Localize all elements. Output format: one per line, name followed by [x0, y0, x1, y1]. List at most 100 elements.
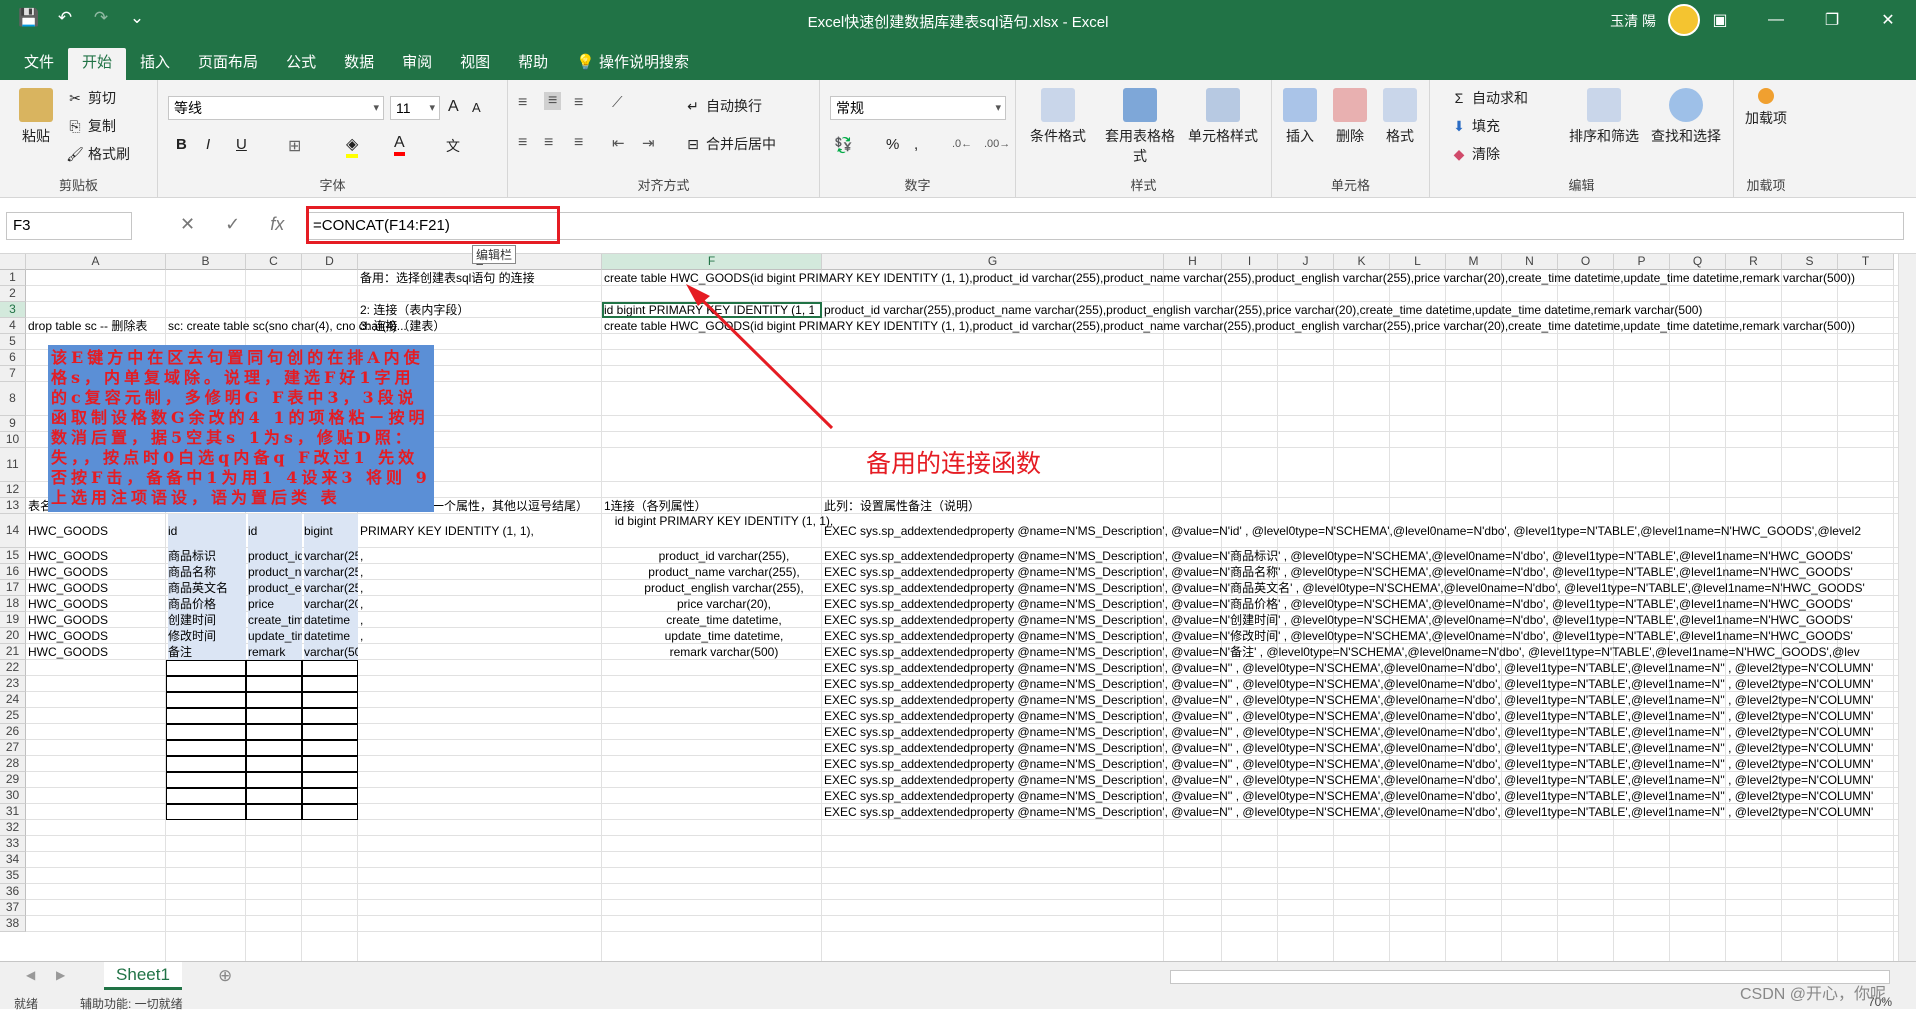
merge-center-button[interactable]: ⊟ 合并后居中 — [684, 134, 776, 154]
comma-button[interactable]: , — [914, 136, 918, 153]
italic-button[interactable]: I — [206, 136, 210, 153]
column-header[interactable]: P — [1614, 254, 1670, 270]
row-header[interactable]: 30 — [0, 788, 26, 804]
empty-table-cell[interactable] — [166, 724, 246, 740]
phonetic-guide-icon[interactable]: 文 — [446, 136, 460, 156]
cell-E17[interactable]: , — [360, 580, 600, 596]
align-left-icon[interactable]: ≡ — [518, 134, 527, 152]
cell-G3[interactable]: product_id varchar(255),product_name var… — [824, 302, 1878, 318]
underline-button[interactable]: U — [236, 136, 247, 153]
delete-cells-button[interactable]: 删除 — [1328, 88, 1372, 146]
row-header[interactable]: 1 — [0, 270, 26, 286]
row-header[interactable]: 38 — [0, 916, 26, 932]
empty-table-cell[interactable] — [166, 676, 246, 692]
empty-table-cell[interactable] — [166, 708, 246, 724]
cell-F17[interactable]: product_english varchar(255), — [604, 580, 844, 596]
borders-icon[interactable]: ⊞ — [288, 136, 301, 156]
cell-A19[interactable]: HWC_GOODS — [28, 612, 164, 628]
cell-D20[interactable]: datetime — [304, 628, 358, 644]
cell-A16[interactable]: HWC_GOODS — [28, 564, 164, 580]
decrease-decimal-icon[interactable]: .00→ — [984, 138, 1010, 150]
minimize-icon[interactable]: — — [1748, 0, 1804, 40]
cell-A21[interactable]: HWC_GOODS — [28, 644, 164, 660]
row-header[interactable]: 2 — [0, 286, 26, 302]
fill-button[interactable]: ⬇ 填充 — [1450, 116, 1500, 136]
formula-input[interactable]: =CONCAT(F14:F21) — [306, 212, 1904, 240]
cell-B20[interactable]: 修改时间 — [168, 628, 246, 644]
row-header[interactable]: 5 — [0, 334, 26, 350]
column-header[interactable]: B — [166, 254, 246, 270]
cell-G23[interactable]: EXEC sys.sp_addextendedproperty @name=N'… — [824, 676, 1878, 692]
autosum-button[interactable]: Σ 自动求和 — [1450, 88, 1528, 108]
font-grow-button[interactable]: A — [448, 98, 459, 116]
row-header[interactable]: 3 — [0, 302, 26, 318]
empty-table-cell[interactable] — [302, 788, 358, 804]
cell-F1[interactable]: create table HWC_GOODS(id bigint PRIMARY… — [604, 270, 1878, 286]
empty-table-cell[interactable] — [166, 772, 246, 788]
empty-table-cell[interactable] — [166, 788, 246, 804]
empty-table-cell[interactable] — [302, 772, 358, 788]
cell-G30[interactable]: EXEC sys.sp_addextendedproperty @name=N'… — [824, 788, 1878, 804]
row-header[interactable]: 26 — [0, 724, 26, 740]
cell-D19[interactable]: datetime — [304, 612, 358, 628]
row-header[interactable]: 36 — [0, 884, 26, 900]
tab-formulas[interactable]: 公式 — [272, 48, 330, 80]
row-header[interactable]: 18 — [0, 596, 26, 612]
function-icon[interactable]: fx — [270, 214, 284, 235]
cell-A17[interactable]: HWC_GOODS — [28, 580, 164, 596]
cell-G28[interactable]: EXEC sys.sp_addextendedproperty @name=N'… — [824, 756, 1878, 772]
cell-G15[interactable]: EXEC sys.sp_addextendedproperty @name=N'… — [824, 548, 1878, 564]
cell-E19[interactable]: , — [360, 612, 600, 628]
cell-D15[interactable]: varchar(255) — [304, 548, 358, 564]
cell-E21[interactable] — [360, 644, 600, 660]
enter-icon[interactable]: ✓ — [225, 214, 240, 235]
empty-table-cell[interactable] — [246, 724, 302, 740]
cell-G19[interactable]: EXEC sys.sp_addextendedproperty @name=N'… — [824, 612, 1878, 628]
row-header[interactable]: 23 — [0, 676, 26, 692]
row-header[interactable]: 12 — [0, 482, 26, 498]
percent-button[interactable]: % — [886, 136, 899, 153]
cell-C21[interactable]: remark — [248, 644, 302, 660]
tell-me-search[interactable]: 💡 操作说明搜索 — [562, 48, 703, 80]
tab-view[interactable]: 视图 — [446, 48, 504, 80]
cell-F16[interactable]: product_name varchar(255), — [604, 564, 844, 580]
cell-C14[interactable]: id — [248, 514, 302, 548]
column-header[interactable]: S — [1782, 254, 1838, 270]
row-header[interactable]: 6 — [0, 350, 26, 366]
addins-button[interactable]: 加载项 — [1740, 88, 1792, 128]
cell-B17[interactable]: 商品英文名 — [168, 580, 246, 596]
cell-G20[interactable]: EXEC sys.sp_addextendedproperty @name=N'… — [824, 628, 1878, 644]
cell-B14[interactable]: id — [168, 514, 246, 548]
column-header[interactable]: F — [602, 254, 822, 270]
tab-file[interactable]: 文件 — [10, 48, 68, 80]
empty-table-cell[interactable] — [166, 740, 246, 756]
cell-F14[interactable]: id bigint PRIMARY KEY IDENTITY (1, 1), — [604, 514, 844, 548]
cell-E16[interactable]: , — [360, 564, 600, 580]
format-cells-button[interactable]: 格式 — [1378, 88, 1422, 146]
column-header[interactable]: T — [1838, 254, 1894, 270]
cell-E15[interactable]: , — [360, 548, 600, 564]
align-middle-icon[interactable]: ≡ — [544, 92, 562, 110]
column-header[interactable]: L — [1390, 254, 1446, 270]
sheet-nav-prev-icon[interactable]: ◀ — [26, 968, 35, 982]
cell-B16[interactable]: 商品名称 — [168, 564, 246, 580]
empty-table-cell[interactable] — [302, 676, 358, 692]
cell-G16[interactable]: EXEC sys.sp_addextendedproperty @name=N'… — [824, 564, 1878, 580]
row-header[interactable]: 15 — [0, 548, 26, 564]
sort-filter-button[interactable]: 排序和筛选 — [1564, 88, 1644, 146]
cell-E1[interactable]: 备用：选择创建表sql语句 的连接 — [360, 270, 596, 286]
fill-color-icon[interactable]: ◈ — [346, 134, 359, 158]
row-header[interactable]: 37 — [0, 900, 26, 916]
row-header[interactable]: 21 — [0, 644, 26, 660]
cell-G17[interactable]: EXEC sys.sp_addextendedproperty @name=N'… — [824, 580, 1878, 596]
row-header[interactable]: 14 — [0, 514, 26, 548]
font-color-icon[interactable]: A — [394, 134, 405, 156]
cell-B21[interactable]: 备注 — [168, 644, 246, 660]
align-top-icon[interactable]: ≡ — [518, 94, 527, 112]
insert-cells-button[interactable]: 插入 — [1278, 88, 1322, 146]
close-icon[interactable]: ✕ — [1860, 0, 1916, 40]
select-all-corner[interactable] — [0, 254, 26, 270]
empty-table-cell[interactable] — [246, 788, 302, 804]
tab-insert[interactable]: 插入 — [126, 48, 184, 80]
cell-B18[interactable]: 商品价格 — [168, 596, 246, 612]
